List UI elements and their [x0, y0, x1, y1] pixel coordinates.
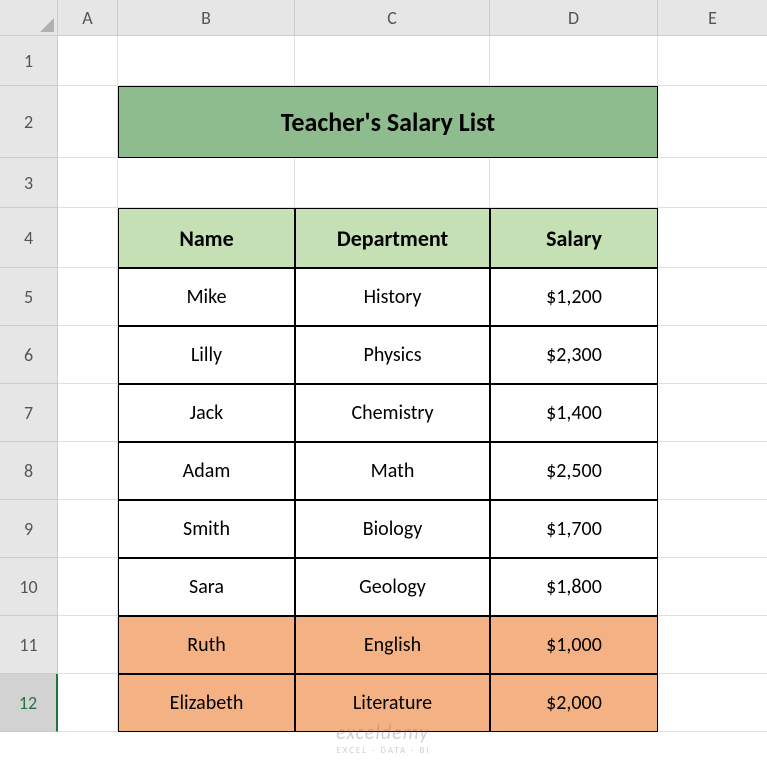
row-header-12[interactable]: 12 — [0, 674, 58, 732]
header-name[interactable]: Name — [118, 208, 295, 268]
data-name-cell[interactable]: Adam — [118, 442, 295, 500]
watermark-sub: EXCEL · DATA · BI — [336, 745, 430, 756]
row-headers: 123456789101112 — [0, 36, 58, 732]
cell-A3[interactable] — [58, 158, 118, 208]
cell-A6[interactable] — [58, 326, 118, 384]
row-header-4[interactable]: 4 — [0, 208, 58, 268]
cell-A12[interactable] — [58, 674, 118, 732]
cell-D1[interactable] — [490, 36, 658, 86]
cell-A1[interactable] — [58, 36, 118, 86]
col-header-D[interactable]: D — [490, 0, 658, 36]
grid-row: SmithBiology$1,700 — [58, 500, 767, 558]
column-headers: ABCDE — [58, 0, 767, 36]
cell-E10[interactable] — [658, 558, 767, 616]
select-all-corner[interactable] — [0, 0, 58, 36]
spreadsheet: ABCDE 123456789101112 Teacher's Salary L… — [0, 0, 767, 776]
row-header-1[interactable]: 1 — [0, 36, 58, 86]
data-dept-cell[interactable]: Biology — [295, 500, 490, 558]
data-salary-cell[interactable]: $2,000 — [490, 674, 658, 732]
data-name-cell[interactable]: Jack — [118, 384, 295, 442]
cell-E9[interactable] — [658, 500, 767, 558]
grid-row: ElizabethLiterature$2,000 — [58, 674, 767, 732]
cell-A2[interactable] — [58, 86, 118, 158]
cell-E7[interactable] — [658, 384, 767, 442]
cell-A10[interactable] — [58, 558, 118, 616]
grid-row — [58, 36, 767, 86]
row-header-3[interactable]: 3 — [0, 158, 58, 208]
data-dept-cell[interactable]: Chemistry — [295, 384, 490, 442]
data-name-cell[interactable]: Mike — [118, 268, 295, 326]
row-header-2[interactable]: 2 — [0, 86, 58, 158]
row-header-11[interactable]: 11 — [0, 616, 58, 674]
cell-E12[interactable] — [658, 674, 767, 732]
grid-row: NameDepartmentSalary — [58, 208, 767, 268]
data-name-cell[interactable]: Smith — [118, 500, 295, 558]
grid-row: MikeHistory$1,200 — [58, 268, 767, 326]
header-department[interactable]: Department — [295, 208, 490, 268]
cell-E2[interactable] — [658, 86, 767, 158]
data-name-cell[interactable]: Elizabeth — [118, 674, 295, 732]
grid-row: RuthEnglish$1,000 — [58, 616, 767, 674]
cell-E11[interactable] — [658, 616, 767, 674]
grid-row: AdamMath$2,500 — [58, 442, 767, 500]
row-header-5[interactable]: 5 — [0, 268, 58, 326]
row-header-6[interactable]: 6 — [0, 326, 58, 384]
cell-C1[interactable] — [295, 36, 490, 86]
row-header-7[interactable]: 7 — [0, 384, 58, 442]
grid-row — [58, 158, 767, 208]
data-salary-cell[interactable]: $2,500 — [490, 442, 658, 500]
data-dept-cell[interactable]: History — [295, 268, 490, 326]
cell-D3[interactable] — [490, 158, 658, 208]
data-salary-cell[interactable]: $1,000 — [490, 616, 658, 674]
cell-A8[interactable] — [58, 442, 118, 500]
cell-A7[interactable] — [58, 384, 118, 442]
data-name-cell[interactable]: Ruth — [118, 616, 295, 674]
data-dept-cell[interactable]: Literature — [295, 674, 490, 732]
data-dept-cell[interactable]: Math — [295, 442, 490, 500]
cell-B3[interactable] — [118, 158, 295, 208]
data-name-cell[interactable]: Sara — [118, 558, 295, 616]
row-header-10[interactable]: 10 — [0, 558, 58, 616]
cell-grid: Teacher's Salary List NameDepartmentSalar… — [58, 36, 767, 732]
data-name-cell[interactable]: Lilly — [118, 326, 295, 384]
col-header-C[interactable]: C — [295, 0, 490, 36]
cell-E6[interactable] — [658, 326, 767, 384]
cell-B1[interactable] — [118, 36, 295, 86]
col-header-A[interactable]: A — [58, 0, 118, 36]
data-dept-cell[interactable]: Geology — [295, 558, 490, 616]
select-all-triangle-icon — [40, 18, 54, 32]
grid-row: JackChemistry$1,400 — [58, 384, 767, 442]
row-header-9[interactable]: 9 — [0, 500, 58, 558]
data-salary-cell[interactable]: $1,700 — [490, 500, 658, 558]
header-salary[interactable]: Salary — [490, 208, 658, 268]
row-header-8[interactable]: 8 — [0, 442, 58, 500]
data-dept-cell[interactable]: Physics — [295, 326, 490, 384]
cell-A4[interactable] — [58, 208, 118, 268]
data-salary-cell[interactable]: $1,400 — [490, 384, 658, 442]
grid-row: Teacher's Salary List — [58, 86, 767, 158]
cell-A5[interactable] — [58, 268, 118, 326]
cell-E1[interactable] — [658, 36, 767, 86]
data-salary-cell[interactable]: $1,800 — [490, 558, 658, 616]
col-header-B[interactable]: B — [118, 0, 295, 36]
cell-E4[interactable] — [658, 208, 767, 268]
grid-row: SaraGeology$1,800 — [58, 558, 767, 616]
data-salary-cell[interactable]: $1,200 — [490, 268, 658, 326]
cell-E8[interactable] — [658, 442, 767, 500]
grid-row: LillyPhysics$2,300 — [58, 326, 767, 384]
cell-E3[interactable] — [658, 158, 767, 208]
col-header-E[interactable]: E — [658, 0, 767, 36]
cell-A11[interactable] — [58, 616, 118, 674]
title-cell[interactable]: Teacher's Salary List — [118, 86, 658, 158]
data-dept-cell[interactable]: English — [295, 616, 490, 674]
cell-A9[interactable] — [58, 500, 118, 558]
cell-C3[interactable] — [295, 158, 490, 208]
cell-E5[interactable] — [658, 268, 767, 326]
data-salary-cell[interactable]: $2,300 — [490, 326, 658, 384]
